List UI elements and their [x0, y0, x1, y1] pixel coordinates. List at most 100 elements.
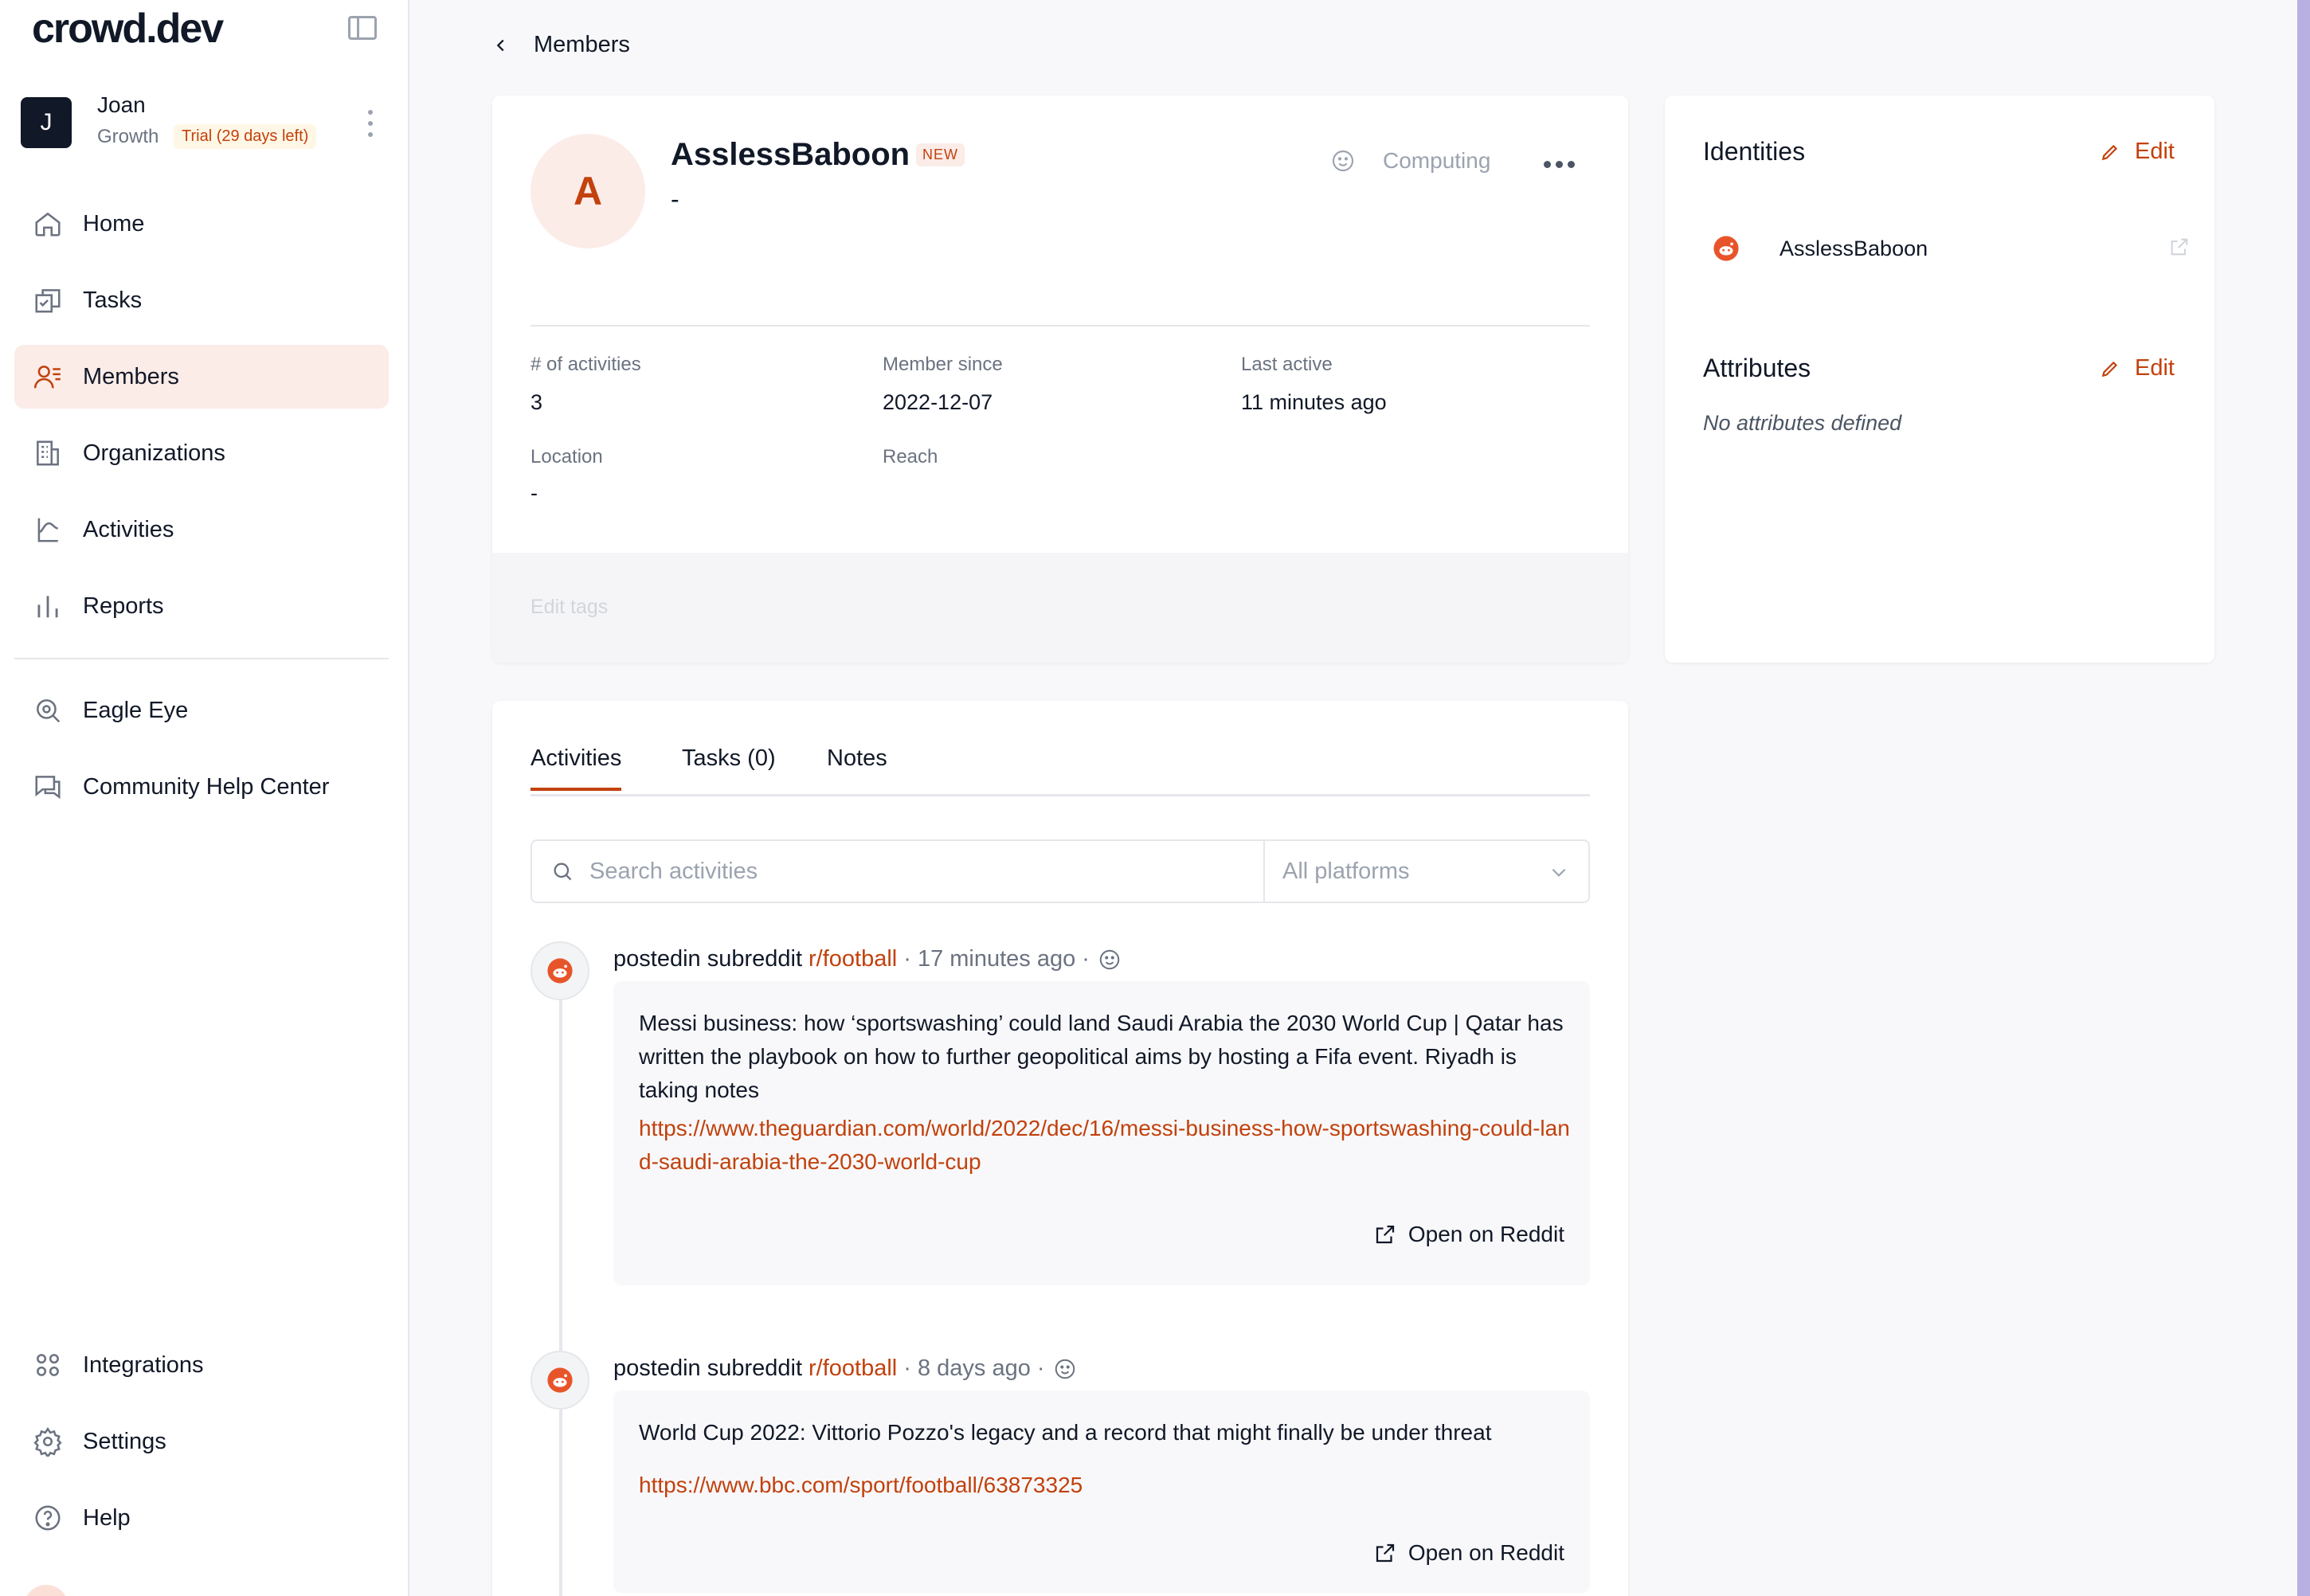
tab-activities[interactable]: Activities [531, 745, 622, 791]
activity-tabs: Activities Tasks (0) Notes [531, 745, 1590, 796]
sidebar-item-tasks[interactable]: Tasks [14, 268, 389, 332]
sidebar-item-home[interactable]: Home [14, 192, 389, 256]
sentiment-icon [1099, 949, 1120, 969]
activity-action: postedin subreddit [613, 946, 802, 972]
sidebar-collapse-icon[interactable] [348, 16, 377, 40]
stat-value-location: - [531, 481, 538, 505]
sidebar-item-label: Home [83, 210, 145, 237]
identities-title: Identities [1703, 137, 1806, 166]
subreddit-link[interactable]: r/football [808, 946, 897, 972]
tab-tasks[interactable]: Tasks (0) [682, 745, 776, 788]
chat-icon [32, 771, 64, 803]
members-icon [32, 361, 64, 393]
activity-time: · 17 minutes ago · [903, 946, 1090, 972]
sidebar: crowd.dev J Joan Growth Trial (29 days l… [0, 0, 409, 1596]
identity-item: AsslessBaboon [1713, 233, 2191, 264]
edit-identities-button[interactable]: Edit [2100, 139, 2175, 165]
attributes-title: Attributes [1703, 354, 1811, 382]
window-edge [2297, 0, 2310, 1596]
sidebar-item-label: Eagle Eye [83, 697, 189, 723]
eagle-eye-icon [32, 694, 64, 726]
identity-handle[interactable]: AsslessBaboon [1779, 237, 1928, 261]
sidebar-item-label: Reports [83, 593, 164, 619]
stat-label-last-active: Last active [1241, 354, 1333, 375]
open-on-reddit-label: Open on Reddit [1408, 1222, 1564, 1246]
account-avatar[interactable] [24, 1585, 69, 1596]
activity-time: · 8 days ago · [903, 1355, 1045, 1381]
subreddit-link[interactable]: r/football [808, 1355, 897, 1382]
user-name: Joan [97, 92, 146, 117]
integrations-icon [32, 1349, 64, 1381]
reddit-icon [547, 958, 573, 984]
activity-platform-icon [531, 941, 589, 1000]
app-logo[interactable]: crowd.dev [32, 5, 224, 53]
trial-badge: Trial (29 days left) [174, 124, 317, 149]
activity-link[interactable]: https://www.theguardian.com/world/2022/d… [639, 1112, 1579, 1179]
sidebar-item-organizations[interactable]: Organizations [14, 421, 389, 485]
external-link-icon [1376, 1225, 1394, 1244]
breadcrumb-label: Members [534, 32, 630, 57]
chevron-left-icon [496, 39, 504, 51]
sentiment-icon [1055, 1359, 1075, 1379]
sidebar-item-integrations[interactable]: Integrations [14, 1333, 389, 1397]
open-on-reddit-label: Open on Reddit [1408, 1540, 1564, 1565]
user-plan: Growth [97, 126, 159, 147]
divider [531, 325, 1590, 327]
activity-content: World Cup 2022: Vittorio Pozzo's legacy … [613, 1391, 1590, 1593]
sidebar-item-label: Settings [83, 1428, 166, 1454]
sidebar-item-help[interactable]: Help [14, 1486, 389, 1550]
breadcrumb[interactable]: Members [492, 32, 630, 58]
stat-value-last-active: 11 minutes ago [1241, 390, 1387, 414]
open-on-reddit-button[interactable]: Open on Reddit [1373, 1222, 1564, 1247]
help-icon [32, 1502, 64, 1534]
sidebar-item-label: Activities [83, 516, 174, 542]
pencil-icon [2101, 144, 2118, 160]
member-subtitle: - [671, 185, 679, 213]
edit-label: Edit [2135, 139, 2175, 164]
stat-label-location: Location [531, 446, 603, 467]
edit-tags-button[interactable]: Edit tags [531, 596, 608, 619]
user-options-icon[interactable] [368, 110, 374, 137]
stat-label-reach: Reach [883, 446, 938, 467]
activity-header: postedin subreddit r/football · 8 days a… [613, 1355, 1077, 1382]
search-icon [554, 863, 572, 881]
platform-select[interactable]: All platforms [1265, 841, 1590, 902]
stat-label-activities: # of activities [531, 354, 641, 375]
sidebar-item-activities[interactable]: Activities [14, 498, 389, 561]
sidebar-item-label: Community Help Center [83, 773, 330, 800]
sidebar-divider [14, 658, 389, 659]
sidebar-item-members[interactable]: Members [14, 345, 389, 409]
member-avatar: A [531, 134, 645, 248]
tab-notes[interactable]: Notes [827, 745, 887, 788]
activity-header: postedin subreddit r/football · 17 minut… [613, 946, 1122, 972]
external-link-icon[interactable] [2168, 236, 2191, 258]
member-name: AsslessBaboon [671, 137, 910, 172]
reddit-icon [1713, 236, 1739, 261]
edit-attributes-button[interactable]: Edit [2100, 355, 2175, 381]
search-box[interactable] [532, 841, 1265, 902]
identities-card: Identities Edit AsslessBaboon Attributes… [1665, 96, 2214, 663]
home-icon [32, 208, 64, 240]
organizations-icon [32, 437, 64, 469]
sidebar-item-settings[interactable]: Settings [14, 1410, 389, 1473]
activity-filters: All platforms [531, 839, 1590, 903]
sidebar-item-help-center[interactable]: Community Help Center [14, 755, 389, 819]
pencil-icon [2101, 361, 2118, 377]
member-profile-card: A AsslessBaboon NEW - Computing # of act… [492, 96, 1628, 663]
sidebar-item-label: Tasks [83, 287, 143, 313]
activity-action: postedin subreddit [613, 1355, 802, 1381]
sidebar-item-eagle-eye[interactable]: Eagle Eye [14, 679, 389, 742]
search-input[interactable] [589, 858, 1243, 885]
sidebar-item-label: Integrations [83, 1352, 204, 1378]
open-on-reddit-button[interactable]: Open on Reddit [1373, 1540, 1564, 1566]
sidebar-item-label: Members [83, 363, 179, 389]
activity-title: World Cup 2022: Vittorio Pozzo's legacy … [639, 1420, 1492, 1445]
engagement-label: Computing [1383, 148, 1491, 173]
user-menu[interactable]: J Joan Growth Trial (29 days left) [21, 88, 387, 159]
more-options-icon[interactable] [1544, 161, 1575, 168]
sidebar-item-reports[interactable]: Reports [14, 574, 389, 638]
no-attributes-text: No attributes defined [1703, 411, 1902, 435]
activity-title: Messi business: how ‘sportswashing’ coul… [639, 1011, 1564, 1102]
activity-link[interactable]: https://www.bbc.com/sport/football/63873… [639, 1469, 1579, 1502]
stat-value-activities: 3 [531, 390, 543, 414]
